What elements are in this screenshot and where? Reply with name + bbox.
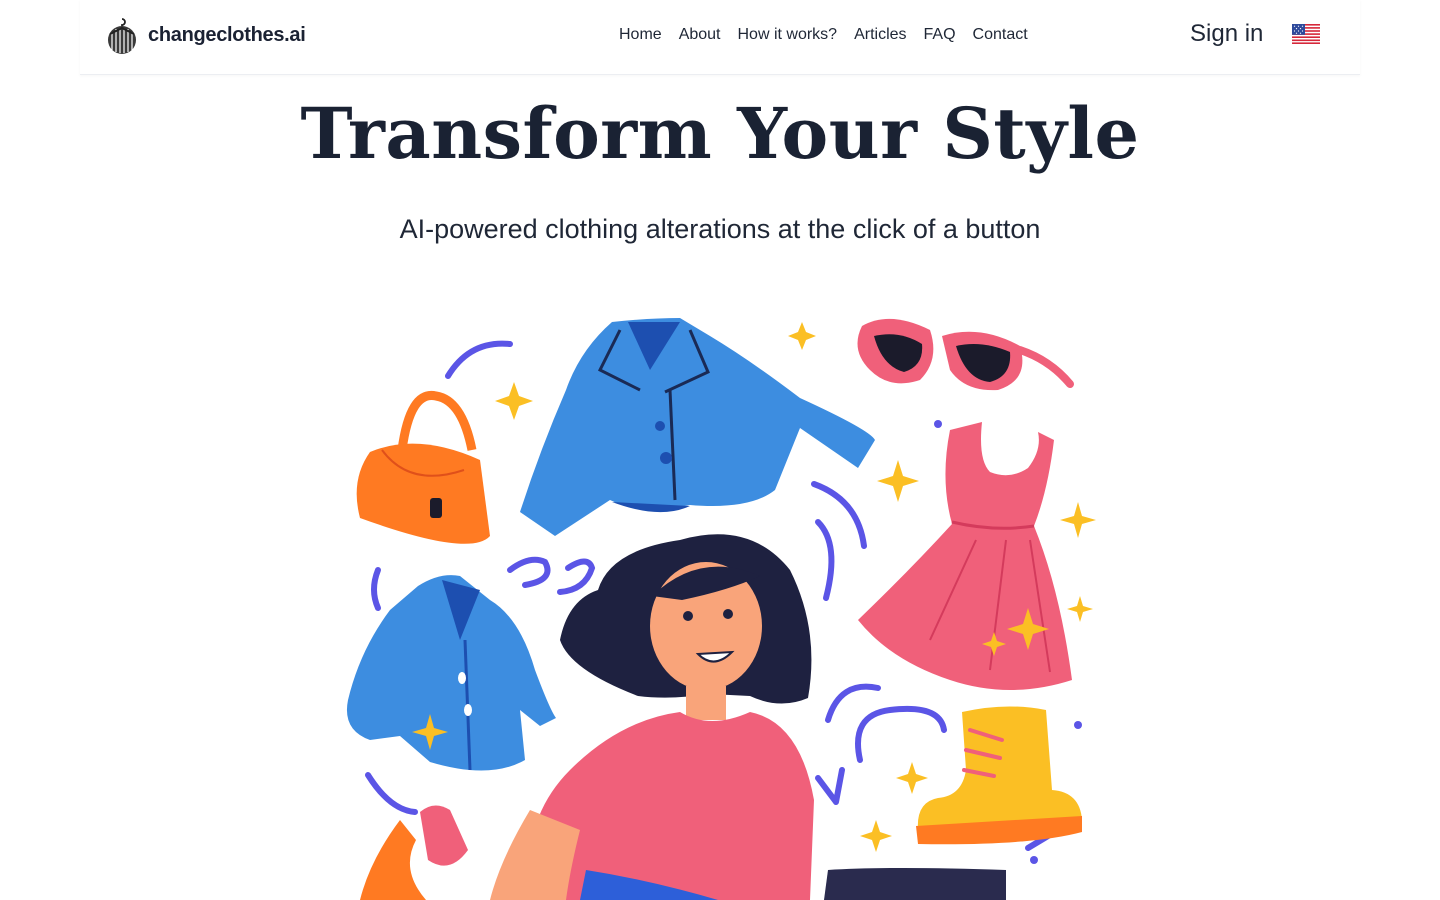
pink-hat-image: [420, 805, 468, 866]
brand-name: changeclothes.ai: [148, 23, 306, 46]
hero-title: Transform Your Style: [300, 92, 1140, 175]
brand-logo-link[interactable]: changeclothes.ai: [104, 16, 306, 54]
blue-jacket-image: [520, 318, 875, 536]
navbar: changeclothes.ai Home About How it works…: [80, 0, 1360, 75]
nav-faq-link[interactable]: FAQ: [924, 26, 956, 44]
sign-in-link[interactable]: Sign in: [1190, 20, 1263, 48]
clothes-hanger-logo-icon: [108, 18, 136, 54]
nav-contact-link[interactable]: Contact: [973, 26, 1028, 44]
pink-sunglasses-image: [857, 318, 1074, 391]
pink-dress-image: [858, 422, 1072, 690]
nav-articles-link[interactable]: Articles: [854, 26, 906, 44]
us-flag-icon[interactable]: [1292, 24, 1320, 44]
purple-arrow-icon: [815, 767, 845, 805]
main-nav: Home About How it works? Articles FAQ Co…: [619, 26, 1028, 44]
hero-subtitle: AI-powered clothing alterations at the c…: [399, 214, 1041, 244]
nav-about-link[interactable]: About: [679, 26, 721, 44]
nav-how-it-works-link[interactable]: How it works?: [738, 26, 838, 44]
nav-home-link[interactable]: Home: [619, 26, 662, 44]
orange-handbag-image: [356, 391, 490, 544]
fashion-illustration: [346, 318, 1096, 900]
orange-heel-image: [360, 820, 426, 900]
